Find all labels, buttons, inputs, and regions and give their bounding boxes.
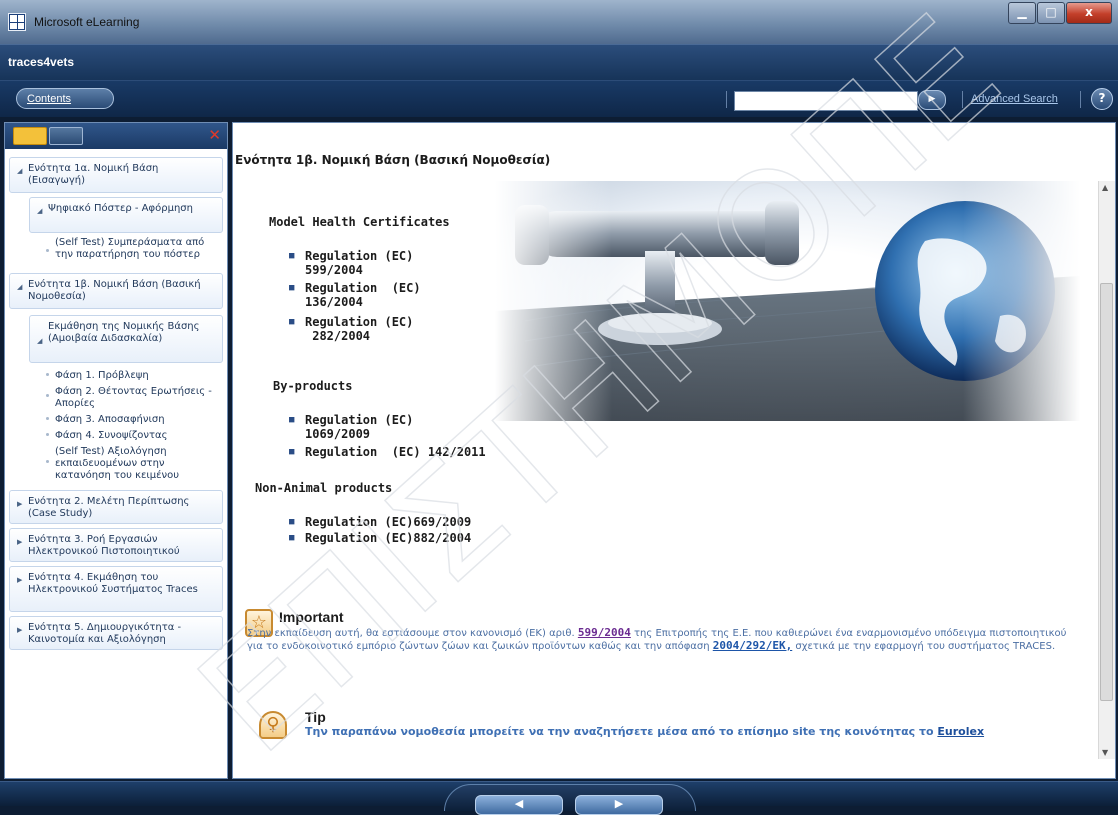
close-window-button[interactable]: x [1066, 2, 1112, 24]
app-name: traces4vets [8, 55, 75, 69]
section-heading-by-products: By-products [273, 379, 353, 393]
contents-sidebar: ✕ ◢ Ενότητα 1α. Νομική Βάση (Εισαγωγή) ◢… [4, 122, 228, 779]
regulation-item: ■ Regulation (EC)882/2004 [289, 531, 472, 545]
minimize-button[interactable]: ▁ [1008, 2, 1036, 24]
list-view-tab[interactable] [13, 127, 47, 145]
vertical-scrollbar[interactable]: ▲ ▼ [1098, 181, 1115, 759]
sidebar-item-unit-2[interactable]: ▶ Ενότητα 2. Μελέτη Περίπτωσης (Case Stu… [9, 490, 223, 524]
regulation-item: ■ Regulation (EC) 136/2004 [289, 281, 421, 309]
page-title: Ενότητα 1β. Νομική Βάση (Βασική Νομοθεσί… [235, 153, 551, 167]
collapsed-arrow-icon: ▶ [17, 538, 23, 546]
toolbar-separator [726, 91, 727, 108]
tip-text: Την παραπάνω νομοθεσία μπορείτε να την α… [305, 725, 985, 738]
bullet-icon: ■ [289, 251, 295, 261]
search-go-button[interactable]: ▶ [918, 90, 946, 110]
sidebar-item-phase-2[interactable]: Φάση 2. Θέτοντας Ερωτήσεις - Απορίες [43, 384, 223, 412]
regulation-item: ■ Regulation (EC) 282/2004 [289, 315, 414, 343]
app-icon [8, 13, 26, 31]
image-fade [495, 181, 1080, 421]
eurolex-link[interactable]: Eurolex [937, 725, 984, 738]
bullet-icon [46, 433, 49, 436]
sidebar-item-phase-4[interactable]: Φάση 4. Συνοψίζοντας [43, 428, 223, 444]
sidebar-item-phase-3[interactable]: Φάση 3. Αποσαφήνιση [43, 412, 223, 428]
expanded-arrow-icon: ◢ [37, 207, 43, 215]
scroll-down-icon[interactable]: ▼ [1102, 748, 1108, 757]
bullet-icon [46, 373, 49, 376]
window-title-bar: Microsoft eLearning ▁ □ x [0, 0, 1118, 44]
regulation-item: ■ Regulation (EC)669/2009 [289, 515, 472, 529]
window-title: Microsoft eLearning [34, 15, 140, 29]
help-button[interactable]: ? [1091, 88, 1113, 110]
expanded-arrow-icon: ◢ [17, 167, 23, 175]
collapsed-arrow-icon: ▶ [17, 500, 23, 508]
gavel-globe-image [495, 181, 1080, 421]
expanded-arrow-icon: ◢ [37, 337, 43, 345]
previous-page-button[interactable]: ◀ [475, 795, 563, 815]
sidebar-item-unit-3[interactable]: ▶ Ενότητα 3. Ροή Εργασιών Ηλεκτρονικού Π… [9, 528, 223, 562]
regulation-item: ■ Regulation (EC) 599/2004 [289, 249, 414, 277]
nav-pod: ◀ ▶ [444, 784, 696, 815]
sidebar-tabs: ✕ [5, 123, 227, 149]
scroll-up-icon[interactable]: ▲ [1102, 183, 1108, 192]
regulation-599-link[interactable]: 599/2004 [578, 626, 631, 639]
toolbar: Contents ▶ Advanced Search ? [0, 80, 1118, 117]
content-pane: Ενότητα 1β. Νομική Βάση (Βασική Νομοθεσί… [232, 122, 1116, 779]
regulation-item: ■ Regulation (EC) 142/2011 [289, 445, 486, 459]
bullet-icon [46, 394, 49, 397]
bullet-icon [46, 417, 49, 420]
app-header: traces4vets [0, 44, 1118, 81]
collapsed-arrow-icon: ▶ [17, 576, 23, 584]
decision-2004-292-link[interactable]: 2004/292/ΕΚ, [713, 639, 792, 652]
bullet-icon [46, 249, 49, 252]
sidebar-item-self-test-poster[interactable]: (Self Test) Συμπεράσματα από την παρατήρ… [43, 233, 223, 269]
bullet-icon: ■ [289, 447, 295, 457]
sidebar-item-unit-5[interactable]: ▶ Ενότητα 5. Δημιουργικότητα - Καινοτομί… [9, 616, 223, 650]
section-heading-model-health: Model Health Certificates [269, 215, 450, 229]
maximize-button[interactable]: □ [1037, 2, 1065, 24]
sidebar-item-unit-1a[interactable]: ◢ Ενότητα 1α. Νομική Βάση (Εισαγωγή) [9, 157, 223, 193]
toolbar-separator [962, 91, 963, 108]
important-text: Στην εκπαίδευση αυτή, θα εστιάσουμε στον… [247, 626, 1067, 653]
lightbulb-icon: ♀ [259, 711, 287, 739]
bullet-icon: ■ [289, 283, 295, 293]
sidebar-item-reciprocal-teaching[interactable]: ◢ Εκμάθηση της Νομικής Βάσης (Αμοιβαία Δ… [29, 315, 223, 363]
sidebar-item-self-test-comprehension[interactable]: (Self Test) Αξιολόγηση εκπαιδευομένων στ… [43, 444, 223, 484]
close-sidebar-icon[interactable]: ✕ [208, 126, 221, 144]
regulation-item: ■ Regulation (EC) 1069/2009 [289, 413, 414, 441]
contents-button[interactable]: Contents [16, 88, 114, 109]
bottom-navigation-bar: ◀ ▶ [0, 781, 1118, 815]
section-heading-non-animal: Non-Animal products [255, 481, 393, 495]
bullet-icon: ■ [289, 533, 295, 543]
sidebar-item-unit-4[interactable]: ▶ Ενότητα 4. Εκμάθηση του Ηλεκτρονικού Σ… [9, 566, 223, 612]
search-input[interactable] [734, 91, 918, 111]
sidebar-item-digital-poster[interactable]: ◢ Ψηφιακό Πόστερ - Αφόρμηση [29, 197, 223, 233]
tip-heading: Tip [305, 709, 326, 725]
advanced-search-link[interactable]: Advanced Search [971, 93, 1058, 105]
bullet-icon: ■ [289, 317, 295, 327]
expanded-arrow-icon: ◢ [17, 283, 23, 291]
bullet-icon: ■ [289, 415, 295, 425]
bullet-icon: ■ [289, 517, 295, 527]
sidebar-item-unit-1b[interactable]: ◢ Ενότητα 1β. Νομική Βάση (Βασική Νομοθε… [9, 273, 223, 309]
bullet-icon [46, 460, 49, 463]
collapsed-arrow-icon: ▶ [17, 626, 23, 634]
sidebar-item-phase-1[interactable]: Φάση 1. Πρόβλεψη [43, 368, 223, 384]
toolbar-separator [1080, 91, 1081, 108]
important-heading: Important [279, 609, 344, 625]
grid-view-tab[interactable] [49, 127, 83, 145]
scroll-thumb[interactable] [1100, 283, 1113, 701]
next-page-button[interactable]: ▶ [575, 795, 663, 815]
